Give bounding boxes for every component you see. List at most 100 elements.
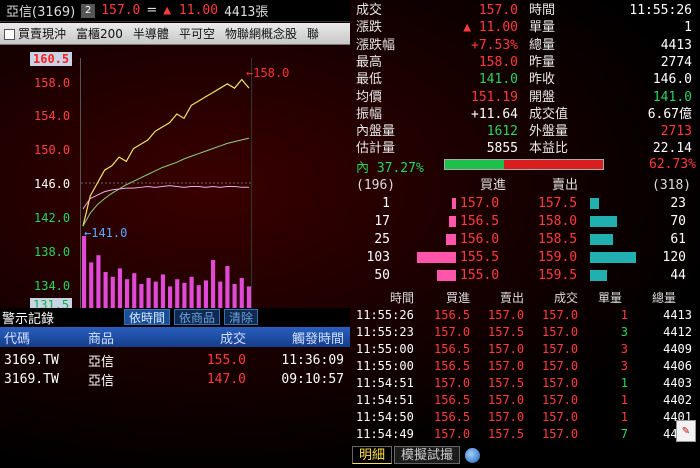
bid-price: 156.0	[460, 232, 500, 247]
col-product[interactable]: 商品	[88, 328, 198, 347]
col-code[interactable]: 代碼	[0, 328, 88, 347]
outer-ratio: 62.73%	[649, 157, 696, 172]
stock-name[interactable]: 亞信(3169)	[6, 1, 75, 20]
alert-product: 亞信	[88, 354, 115, 370]
quote-value: +11.64	[471, 106, 518, 122]
alert-title: 警示記錄	[2, 311, 55, 327]
order-book-row[interactable]: 1 157.0 157.5 23	[352, 195, 700, 212]
trade-price: 157.0	[542, 359, 579, 373]
window-number-badge[interactable]: 2	[81, 3, 96, 18]
globe-icon[interactable]	[465, 447, 481, 463]
category-more[interactable]: 聯	[307, 25, 319, 42]
trade-row[interactable]: 11:55:26 156.5 157.0 157.0 1 4413	[352, 307, 700, 323]
tab-by-product[interactable]: 依商品	[174, 309, 221, 325]
order-book-row[interactable]: 103 155.5 159.0 120	[352, 249, 700, 266]
chart-svg	[81, 78, 253, 308]
clear-button[interactable]: 清除	[224, 309, 259, 325]
trade-lot: 3	[620, 359, 628, 373]
y-tick-reference: 146.0	[34, 177, 71, 191]
quote-value: 1	[684, 20, 692, 36]
category-otc200[interactable]: 富櫃200	[76, 25, 123, 42]
price-line	[82, 78, 250, 227]
volume-bar	[239, 278, 244, 308]
inner-outer-ratio: 內 37.27% 62.73%	[352, 157, 700, 176]
trade-row[interactable]: 11:54:51 156.5 157.0 157.0 1 4402	[352, 392, 700, 408]
order-book-row[interactable]: 50 155.0 159.5 44	[352, 267, 700, 284]
outer-bar	[503, 160, 603, 169]
volume-bar	[189, 276, 194, 308]
volume-bar	[89, 262, 94, 308]
col-total: 總量	[652, 291, 677, 305]
trade-row[interactable]: 11:54:49157.0157.5157.074400	[352, 426, 700, 442]
quote-value: 1612	[486, 124, 518, 140]
trade-ask: 157.0	[488, 308, 525, 322]
trade-bid: 156.5	[434, 308, 471, 322]
ask-qty: 44	[670, 268, 686, 283]
col-time: 時間	[390, 291, 415, 305]
trade-row[interactable]: 11:55:23 157.0 157.5 157.0 3 4412	[352, 324, 700, 340]
category-short-at-par[interactable]: 平可空	[179, 25, 215, 42]
trade-ask: 157.5	[488, 427, 525, 441]
trade-row[interactable]: 11:55:00 156.5 157.0 157.0 3 4406	[352, 358, 700, 374]
trade-row[interactable]: 11:54:51 157.0 157.5 157.0 1 4403	[352, 375, 700, 391]
quote-label: 漲跌	[356, 20, 383, 36]
trade-ask: 157.0	[488, 342, 525, 356]
index-line	[82, 185, 249, 210]
y-tick: 154.0	[34, 109, 71, 123]
quote-label: 昨收	[529, 72, 556, 88]
trade-row[interactable]: 11:54:50 156.5 157.0 157.0 1 4401	[352, 409, 700, 425]
ask-price: 157.5	[538, 196, 578, 211]
tab-details[interactable]: 明細	[352, 446, 393, 464]
tab-simulated-match[interactable]: 模擬試撮	[394, 446, 461, 464]
trade-time: 11:55:26	[356, 308, 414, 322]
ask-qty-bar	[590, 270, 607, 281]
volume-bar	[153, 281, 158, 308]
category-day-trade[interactable]: 買賣現沖	[18, 27, 66, 41]
intraday-chart[interactable]: 160.5 158.0 154.0 150.0 146.0 142.0 138.…	[0, 50, 350, 312]
y-tick: 158.0	[34, 76, 71, 90]
category-iot[interactable]: 物聯網概念股	[225, 25, 297, 42]
col-trigger-time[interactable]: 觸發時間	[246, 328, 348, 347]
order-book-row[interactable]: 25 156.0 158.5 61	[352, 231, 700, 248]
volume-bar	[196, 285, 201, 308]
trade-total: 4409	[663, 342, 692, 356]
order-book-row[interactable]: 17 156.5 158.0 70	[352, 213, 700, 230]
ratio-bar	[444, 159, 604, 170]
trade-lot: 3	[620, 342, 628, 356]
trade-bid: 156.5	[434, 410, 471, 424]
bid-qty-bar	[452, 198, 456, 209]
last-price: 157.0	[101, 3, 141, 18]
volume-bar	[203, 280, 208, 308]
trade-time: 11:54:51	[356, 393, 414, 407]
volume-bar	[175, 279, 180, 308]
volume-bar	[110, 276, 115, 308]
trade-lot: 3	[620, 325, 628, 339]
note-icon[interactable]: ✎	[676, 420, 696, 442]
volume-bar	[82, 236, 87, 308]
checkbox-icon[interactable]	[4, 29, 15, 40]
category-semiconductor[interactable]: 半導體	[133, 25, 169, 42]
quote-row: 漲跌幅 +7.53% 總量 4413	[352, 37, 700, 54]
price-mark: =	[146, 3, 158, 18]
alert-code: 3169.TW	[4, 371, 59, 387]
trade-row[interactable]: 11:55:00 156.5 157.0 157.0 3 4409	[352, 341, 700, 357]
trade-price: 157.0	[542, 325, 579, 339]
col-deal: 成交	[554, 291, 579, 305]
quote-row: 最低 141.0 昨收 146.0	[352, 71, 700, 88]
quote-label: 總量	[529, 37, 556, 53]
trade-time: 11:55:00	[356, 359, 414, 373]
alert-product: 亞信	[88, 373, 115, 389]
tab-by-time[interactable]: 依時間	[124, 309, 171, 325]
col-price[interactable]: 成交	[198, 328, 246, 347]
plot-area	[80, 58, 253, 308]
alert-row[interactable]: 3169.TW 亞信 147.0 09:10:57	[0, 369, 350, 389]
bid-qty: 1	[382, 196, 390, 211]
quote-row: 成交 157.0 時間 11:55:26	[352, 2, 700, 19]
ask-qty: 70	[670, 214, 686, 229]
bid-qty: 50	[374, 268, 390, 283]
volume-bar	[168, 286, 173, 308]
dropdown-toggle[interactable]: 買賣現沖	[4, 25, 66, 42]
low-price-tag: ←141.0	[84, 226, 128, 240]
volume-bar	[211, 260, 216, 308]
alert-row[interactable]: 3169.TW 亞信 155.0 11:36:09	[0, 350, 350, 370]
